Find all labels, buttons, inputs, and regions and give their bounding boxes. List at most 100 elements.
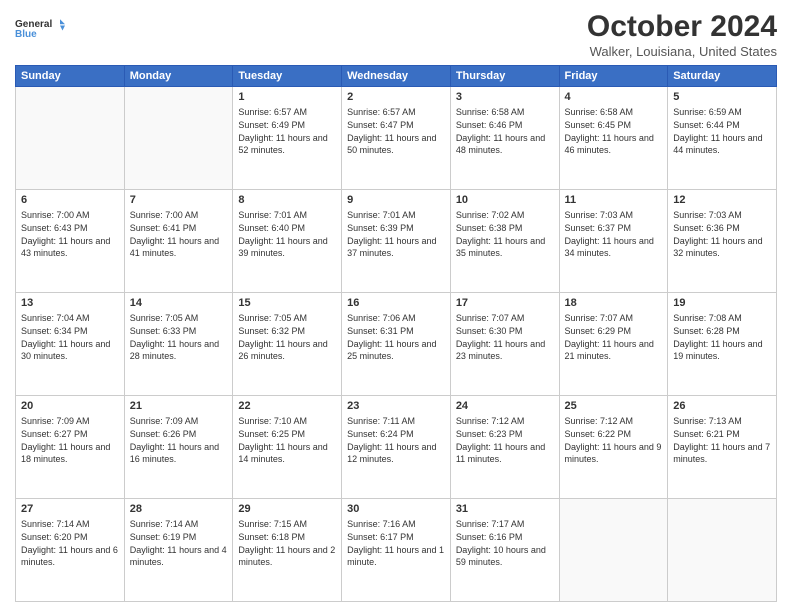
daylight-text: Daylight: 11 hours and 6 minutes. xyxy=(21,545,118,568)
sunrise-text: Sunrise: 7:07 AM xyxy=(565,313,634,323)
day-number: 12 xyxy=(673,193,771,208)
day-cell: 15 Sunrise: 7:05 AM Sunset: 6:32 PM Dayl… xyxy=(233,293,342,396)
sunset-text: Sunset: 6:20 PM xyxy=(21,532,88,542)
sunrise-text: Sunrise: 7:16 AM xyxy=(347,519,416,529)
sunset-text: Sunset: 6:40 PM xyxy=(238,223,305,233)
day-cell: 27 Sunrise: 7:14 AM Sunset: 6:20 PM Dayl… xyxy=(16,499,125,602)
sunrise-text: Sunrise: 7:14 AM xyxy=(21,519,90,529)
day-number: 9 xyxy=(347,193,445,208)
sunrise-text: Sunrise: 7:00 AM xyxy=(130,210,199,220)
sunset-text: Sunset: 6:45 PM xyxy=(565,120,632,130)
sunset-text: Sunset: 6:32 PM xyxy=(238,326,305,336)
day-cell: 31 Sunrise: 7:17 AM Sunset: 6:16 PM Dayl… xyxy=(450,499,559,602)
week-row-5: 27 Sunrise: 7:14 AM Sunset: 6:20 PM Dayl… xyxy=(16,499,777,602)
day-cell: 29 Sunrise: 7:15 AM Sunset: 6:18 PM Dayl… xyxy=(233,499,342,602)
weekday-header-saturday: Saturday xyxy=(668,66,777,87)
weekday-header-wednesday: Wednesday xyxy=(342,66,451,87)
day-cell: 24 Sunrise: 7:12 AM Sunset: 6:23 PM Dayl… xyxy=(450,396,559,499)
sunrise-text: Sunrise: 6:58 AM xyxy=(456,107,525,117)
daylight-text: Daylight: 11 hours and 1 minute. xyxy=(347,545,444,568)
day-number: 11 xyxy=(565,193,663,208)
daylight-text: Daylight: 11 hours and 21 minutes. xyxy=(565,339,654,362)
sunset-text: Sunset: 6:39 PM xyxy=(347,223,414,233)
sunrise-text: Sunrise: 7:09 AM xyxy=(21,416,90,426)
sunrise-text: Sunrise: 7:17 AM xyxy=(456,519,525,529)
daylight-text: Daylight: 10 hours and 59 minutes. xyxy=(456,545,546,568)
daylight-text: Daylight: 11 hours and 26 minutes. xyxy=(238,339,327,362)
day-number: 10 xyxy=(456,193,554,208)
sunrise-text: Sunrise: 6:58 AM xyxy=(565,107,634,117)
weekday-header-thursday: Thursday xyxy=(450,66,559,87)
sunset-text: Sunset: 6:29 PM xyxy=(565,326,632,336)
daylight-text: Daylight: 11 hours and 50 minutes. xyxy=(347,133,436,156)
day-number: 21 xyxy=(130,399,228,414)
day-cell: 2 Sunrise: 6:57 AM Sunset: 6:47 PM Dayli… xyxy=(342,87,451,190)
day-cell: 25 Sunrise: 7:12 AM Sunset: 6:22 PM Dayl… xyxy=(559,396,668,499)
day-cell: 13 Sunrise: 7:04 AM Sunset: 6:34 PM Dayl… xyxy=(16,293,125,396)
sunset-text: Sunset: 6:17 PM xyxy=(347,532,414,542)
calendar-body: 1 Sunrise: 6:57 AM Sunset: 6:49 PM Dayli… xyxy=(16,87,777,602)
day-cell: 4 Sunrise: 6:58 AM Sunset: 6:45 PM Dayli… xyxy=(559,87,668,190)
weekday-header-row: SundayMondayTuesdayWednesdayThursdayFrid… xyxy=(16,66,777,87)
sunrise-text: Sunrise: 7:02 AM xyxy=(456,210,525,220)
sunrise-text: Sunrise: 7:05 AM xyxy=(238,313,307,323)
day-number: 19 xyxy=(673,296,771,311)
day-number: 16 xyxy=(347,296,445,311)
day-number: 29 xyxy=(238,502,336,517)
day-number: 26 xyxy=(673,399,771,414)
daylight-text: Daylight: 11 hours and 12 minutes. xyxy=(347,442,436,465)
sunrise-text: Sunrise: 7:12 AM xyxy=(456,416,525,426)
week-row-3: 13 Sunrise: 7:04 AM Sunset: 6:34 PM Dayl… xyxy=(16,293,777,396)
daylight-text: Daylight: 11 hours and 44 minutes. xyxy=(673,133,762,156)
day-cell: 3 Sunrise: 6:58 AM Sunset: 6:46 PM Dayli… xyxy=(450,87,559,190)
sunset-text: Sunset: 6:31 PM xyxy=(347,326,414,336)
sunrise-text: Sunrise: 7:04 AM xyxy=(21,313,90,323)
sunset-text: Sunset: 6:26 PM xyxy=(130,429,197,439)
day-cell: 18 Sunrise: 7:07 AM Sunset: 6:29 PM Dayl… xyxy=(559,293,668,396)
sunset-text: Sunset: 6:41 PM xyxy=(130,223,197,233)
day-number: 4 xyxy=(565,90,663,105)
daylight-text: Daylight: 11 hours and 19 minutes. xyxy=(673,339,762,362)
day-number: 25 xyxy=(565,399,663,414)
day-number: 30 xyxy=(347,502,445,517)
daylight-text: Daylight: 11 hours and 23 minutes. xyxy=(456,339,545,362)
sunrise-text: Sunrise: 7:05 AM xyxy=(130,313,199,323)
daylight-text: Daylight: 11 hours and 32 minutes. xyxy=(673,236,762,259)
day-number: 8 xyxy=(238,193,336,208)
sunset-text: Sunset: 6:38 PM xyxy=(456,223,523,233)
sunset-text: Sunset: 6:37 PM xyxy=(565,223,632,233)
day-cell: 12 Sunrise: 7:03 AM Sunset: 6:36 PM Dayl… xyxy=(668,190,777,293)
sunrise-text: Sunrise: 7:11 AM xyxy=(347,416,415,426)
sunrise-text: Sunrise: 6:59 AM xyxy=(673,107,742,117)
title-section: October 2024 Walker, Louisiana, United S… xyxy=(587,10,777,59)
daylight-text: Daylight: 11 hours and 11 minutes. xyxy=(456,442,545,465)
day-number: 1 xyxy=(238,90,336,105)
sunrise-text: Sunrise: 6:57 AM xyxy=(238,107,307,117)
sunset-text: Sunset: 6:24 PM xyxy=(347,429,414,439)
day-number: 2 xyxy=(347,90,445,105)
daylight-text: Daylight: 11 hours and 46 minutes. xyxy=(565,133,654,156)
day-cell: 30 Sunrise: 7:16 AM Sunset: 6:17 PM Dayl… xyxy=(342,499,451,602)
day-cell: 28 Sunrise: 7:14 AM Sunset: 6:19 PM Dayl… xyxy=(124,499,233,602)
sunrise-text: Sunrise: 7:07 AM xyxy=(456,313,525,323)
daylight-text: Daylight: 11 hours and 28 minutes. xyxy=(130,339,219,362)
day-cell: 14 Sunrise: 7:05 AM Sunset: 6:33 PM Dayl… xyxy=(124,293,233,396)
sunset-text: Sunset: 6:33 PM xyxy=(130,326,197,336)
logo: General Blue xyxy=(15,10,65,46)
sunset-text: Sunset: 6:34 PM xyxy=(21,326,88,336)
day-cell: 16 Sunrise: 7:06 AM Sunset: 6:31 PM Dayl… xyxy=(342,293,451,396)
day-cell: 23 Sunrise: 7:11 AM Sunset: 6:24 PM Dayl… xyxy=(342,396,451,499)
page: General Blue October 2024 Walker, Louisi… xyxy=(0,0,792,612)
logo-svg: General Blue xyxy=(15,10,65,46)
sunrise-text: Sunrise: 7:14 AM xyxy=(130,519,199,529)
day-number: 15 xyxy=(238,296,336,311)
sunset-text: Sunset: 6:36 PM xyxy=(673,223,740,233)
sunset-text: Sunset: 6:47 PM xyxy=(347,120,414,130)
daylight-text: Daylight: 11 hours and 39 minutes. xyxy=(238,236,327,259)
daylight-text: Daylight: 11 hours and 9 minutes. xyxy=(565,442,662,465)
daylight-text: Daylight: 11 hours and 52 minutes. xyxy=(238,133,327,156)
day-number: 23 xyxy=(347,399,445,414)
weekday-header-sunday: Sunday xyxy=(16,66,125,87)
sunrise-text: Sunrise: 7:12 AM xyxy=(565,416,634,426)
header: General Blue October 2024 Walker, Louisi… xyxy=(15,10,777,59)
